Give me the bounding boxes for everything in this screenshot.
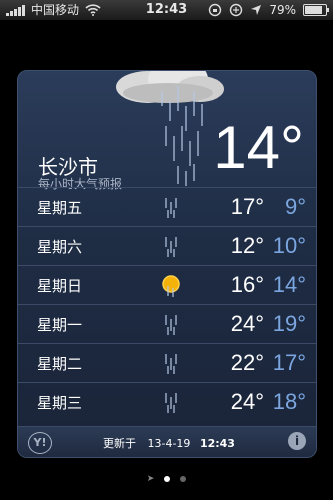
lock-rotation-icon [209, 3, 222, 17]
updated-label: 更新于 [103, 437, 136, 450]
forecast-day: 星期三 [37, 393, 83, 412]
forecast-low: 17° [272, 350, 306, 375]
current-temperature: 14° [213, 114, 304, 181]
forecast-row: 星期三 24° 18° [18, 382, 316, 421]
forecast-list: 星期五 17° 9° 星期六 12° 10° 星期日 16° 14° 星期一 2… [18, 187, 316, 421]
sync-icon [230, 3, 243, 17]
yahoo-icon[interactable]: Y! [28, 432, 52, 454]
rain-large-icon [161, 86, 203, 186]
location-arrow-icon [251, 5, 262, 15]
forecast-high: 22° [230, 350, 264, 375]
sun-rain-icon [162, 275, 180, 297]
status-bar: 中国移动 12:43 79% [0, 0, 333, 20]
forecast-day: 星期六 [37, 237, 83, 256]
forecast-day: 星期二 [37, 354, 83, 373]
forecast-row: 星期五 17° 9° [18, 187, 316, 226]
page-indicator[interactable]: ➤ [0, 474, 333, 484]
forecast-high: 12° [230, 233, 264, 258]
forecast-day: 星期五 [37, 198, 83, 217]
forecast-high: 24° [230, 311, 264, 336]
info-button[interactable]: i [288, 432, 306, 450]
rain-icon [165, 393, 177, 413]
forecast-row: 星期一 24° 19° [18, 304, 316, 343]
rain-icon [165, 198, 177, 218]
forecast-day: 星期日 [37, 276, 83, 295]
rain-icon [165, 354, 177, 374]
forecast-day: 星期一 [37, 315, 83, 334]
updated-date: 13-4-19 [147, 437, 191, 450]
updated-time: 12:43 [199, 437, 235, 450]
forecast-high: 16° [230, 272, 264, 297]
updated-info: 更新于 13-4-19 12:43 [103, 435, 235, 451]
card-footer: Y! 更新于 13-4-19 12:43 i [18, 426, 316, 457]
forecast-low: 10° [272, 233, 306, 258]
page-dot-active [164, 476, 171, 482]
location-page-icon: ➤ [146, 474, 155, 484]
forecast-low: 19° [272, 311, 306, 336]
rain-icon [165, 315, 177, 335]
battery-label: 79% [269, 3, 296, 17]
forecast-high: 17° [230, 194, 264, 219]
page-dot [180, 476, 187, 482]
forecast-high: 24° [230, 389, 264, 414]
forecast-low: 9° [284, 194, 306, 219]
battery-icon [303, 4, 329, 16]
weather-card[interactable]: 长沙市 每小时大气预报 14° 星期五 17° 9° 星期六 12° 10° 星… [17, 70, 317, 458]
rain-icon [165, 237, 177, 257]
forecast-row: 星期六 12° 10° [18, 226, 316, 265]
forecast-row: 星期日 16° 14° [18, 265, 316, 304]
forecast-low: 18° [272, 389, 306, 414]
forecast-low: 14° [272, 272, 306, 297]
forecast-row: 星期二 22° 17° [18, 343, 316, 382]
